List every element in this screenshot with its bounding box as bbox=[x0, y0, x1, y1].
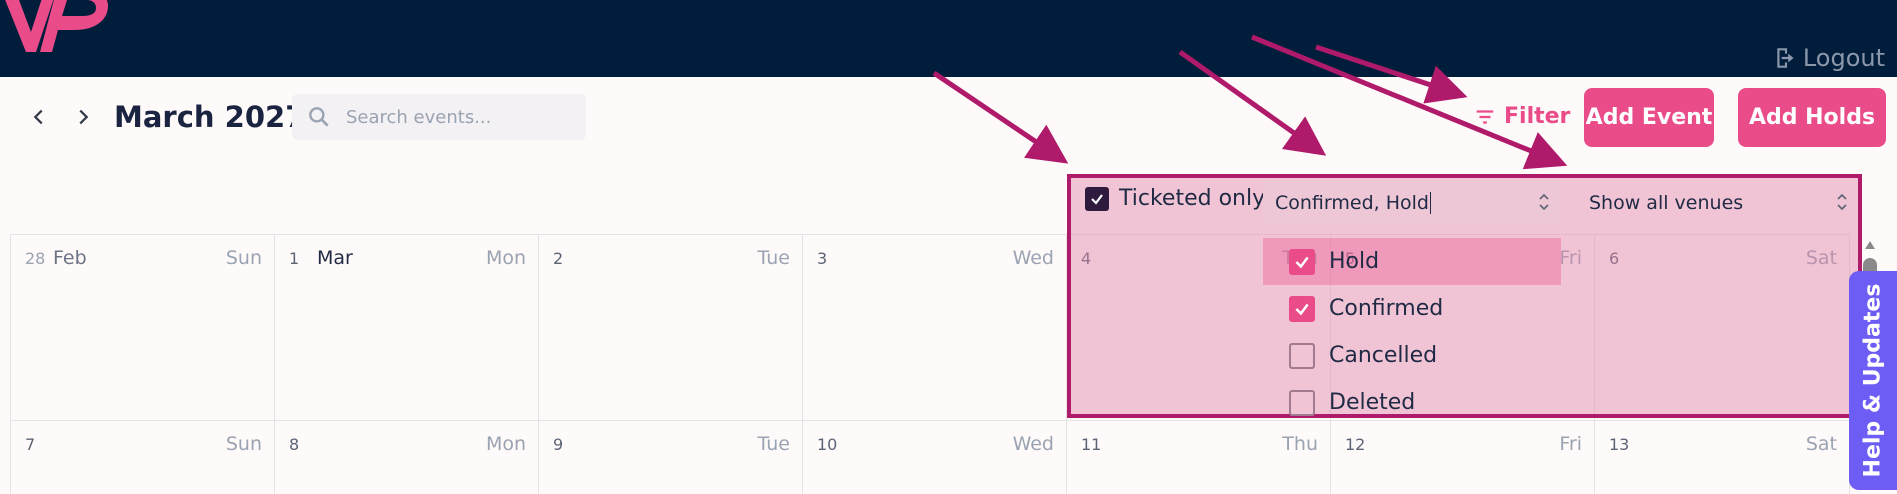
search-input[interactable] bbox=[346, 106, 566, 128]
help-updates-tab[interactable]: Help & Updates bbox=[1849, 271, 1897, 490]
search-icon bbox=[309, 107, 329, 127]
day-number: 8 bbox=[289, 435, 300, 454]
status-option-hold[interactable]: Hold bbox=[1263, 238, 1561, 285]
venue-select-value: Show all venues bbox=[1589, 192, 1744, 214]
updown-chevron-icon bbox=[1539, 193, 1549, 211]
day-weekday: Sun bbox=[225, 433, 262, 455]
ticketed-only-label: Ticketed only bbox=[1119, 186, 1266, 211]
help-updates-label: Help & Updates bbox=[1860, 283, 1886, 478]
day-cell[interactable]: 8 Mon bbox=[275, 421, 539, 494]
day-number: 2 bbox=[553, 249, 564, 268]
next-month-button[interactable] bbox=[68, 102, 98, 132]
day-number: 9 bbox=[553, 435, 564, 454]
day-cell[interactable]: 1 Mar Mon bbox=[275, 235, 539, 421]
day-weekday: Wed bbox=[1012, 247, 1054, 269]
day-cell[interactable]: 28 Feb Sun bbox=[10, 235, 275, 421]
status-option-confirmed[interactable]: Confirmed bbox=[1263, 285, 1561, 332]
day-number: 7 bbox=[25, 435, 36, 454]
day-month: Mar bbox=[317, 247, 353, 269]
checkbox-checked-icon bbox=[1085, 186, 1109, 211]
status-option-cancelled[interactable]: Cancelled bbox=[1263, 332, 1561, 379]
ticketed-only-checkbox[interactable]: Ticketed only bbox=[1085, 186, 1265, 211]
status-select-value: Confirmed, Hold bbox=[1275, 192, 1429, 214]
day-number: 13 bbox=[1609, 435, 1630, 454]
day-number: 12 bbox=[1345, 435, 1366, 454]
scroll-up-arrow-icon[interactable] bbox=[1863, 238, 1877, 252]
chevron-right-icon bbox=[79, 109, 89, 125]
day-cell[interactable]: 11 Thu bbox=[1067, 421, 1331, 494]
status-select[interactable]: Confirmed, Hold bbox=[1263, 182, 1561, 224]
day-cell[interactable]: 2 Tue bbox=[539, 235, 803, 421]
day-number: 10 bbox=[817, 435, 838, 454]
prev-month-button[interactable] bbox=[24, 102, 54, 132]
filter-panel: Ticketed only Confirmed, Hold Show all v… bbox=[1067, 174, 1862, 418]
day-number: 3 bbox=[817, 249, 828, 268]
day-number: 1 bbox=[289, 249, 300, 268]
day-month: Feb bbox=[53, 247, 87, 269]
checkbox-unchecked-icon bbox=[1289, 389, 1315, 416]
day-weekday: Fri bbox=[1559, 433, 1582, 455]
top-nav-bar: Logout bbox=[0, 0, 1897, 77]
search-box[interactable] bbox=[292, 94, 586, 140]
checkbox-checked-icon bbox=[1289, 295, 1315, 322]
add-event-button[interactable]: Add Event bbox=[1584, 88, 1714, 147]
day-weekday: Sun bbox=[225, 247, 262, 269]
logout-icon bbox=[1777, 48, 1794, 68]
day-cell[interactable]: 3 Wed bbox=[803, 235, 1067, 421]
text-cursor bbox=[1429, 192, 1431, 214]
add-holds-button[interactable]: Add Holds bbox=[1738, 88, 1886, 147]
filter-icon bbox=[1476, 109, 1494, 124]
status-option-label: Hold bbox=[1329, 249, 1380, 274]
day-cell[interactable]: 10 Wed bbox=[803, 421, 1067, 494]
day-weekday: Wed bbox=[1012, 433, 1054, 455]
day-weekday: Sat bbox=[1805, 433, 1837, 455]
day-cell[interactable]: 9 Tue bbox=[539, 421, 803, 494]
day-cell[interactable]: 13 Sat bbox=[1595, 421, 1850, 494]
day-cell[interactable]: 7 Sun bbox=[10, 421, 275, 494]
day-number: 11 bbox=[1081, 435, 1102, 454]
filter-button[interactable]: Filter bbox=[1474, 104, 1570, 129]
month-title: March 2027 bbox=[114, 100, 306, 134]
day-weekday: Mon bbox=[485, 433, 526, 455]
status-option-label: Deleted bbox=[1329, 390, 1416, 415]
updown-chevron-icon bbox=[1837, 193, 1847, 211]
logout-button[interactable]: Logout bbox=[1773, 44, 1885, 72]
day-weekday: Tue bbox=[757, 433, 790, 455]
status-option-label: Cancelled bbox=[1329, 343, 1438, 368]
checkbox-unchecked-icon bbox=[1289, 342, 1315, 369]
status-options-list: Hold Confirmed Cancelled Deleted bbox=[1263, 238, 1561, 426]
venue-select[interactable]: Show all venues bbox=[1575, 182, 1859, 224]
arrow-to-ticketed bbox=[932, 70, 1069, 164]
status-option-label: Confirmed bbox=[1329, 296, 1444, 321]
day-number: 28 bbox=[25, 249, 46, 268]
app-logo[interactable] bbox=[0, 0, 120, 60]
chevron-left-icon bbox=[33, 109, 43, 125]
checkbox-checked-icon bbox=[1289, 248, 1315, 275]
day-weekday: Mon bbox=[485, 247, 526, 269]
day-weekday: Tue bbox=[757, 247, 790, 269]
day-cell[interactable]: 12 Fri bbox=[1331, 421, 1595, 494]
status-option-deleted[interactable]: Deleted bbox=[1263, 379, 1561, 426]
logout-label: Logout bbox=[1802, 44, 1885, 72]
filter-label: Filter bbox=[1504, 104, 1571, 129]
day-weekday: Thu bbox=[1282, 433, 1318, 455]
